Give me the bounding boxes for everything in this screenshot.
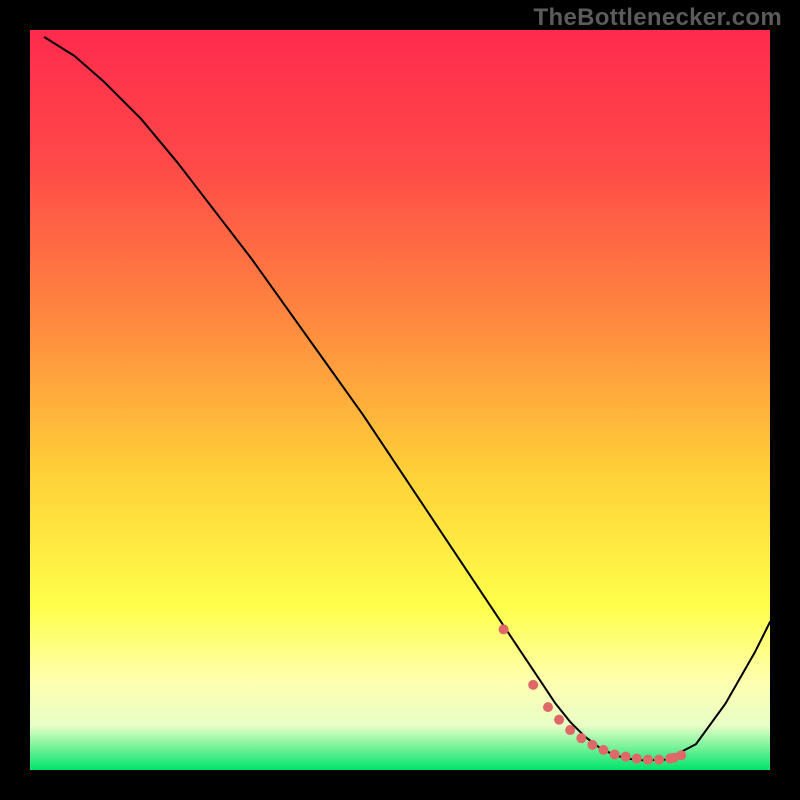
marker-point	[632, 754, 642, 764]
chart-svg	[30, 30, 770, 770]
chart-stage: TheBottlenecker.com	[0, 0, 800, 800]
marker-point	[528, 680, 538, 690]
marker-point	[587, 740, 597, 750]
marker-point	[554, 715, 564, 725]
marker-point	[599, 745, 609, 755]
marker-point	[676, 750, 686, 760]
watermark-text: TheBottlenecker.com	[534, 4, 782, 32]
marker-point	[543, 702, 553, 712]
chart-plot	[30, 30, 770, 770]
marker-point	[565, 725, 575, 735]
marker-point	[621, 752, 631, 762]
gradient-background	[30, 30, 770, 770]
marker-point	[643, 755, 653, 765]
marker-point	[576, 733, 586, 743]
marker-point	[654, 755, 664, 765]
marker-point	[499, 624, 509, 634]
marker-point	[610, 749, 620, 759]
